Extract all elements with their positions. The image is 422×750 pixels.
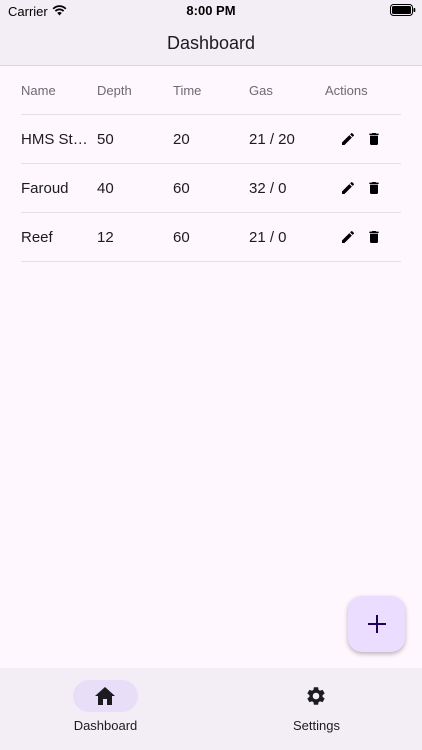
add-dive-button[interactable] [348, 596, 405, 652]
trash-icon[interactable] [366, 229, 382, 245]
table-header: Name Depth Time Gas Actions [21, 66, 401, 115]
app-bar: Dashboard [0, 22, 422, 66]
column-header-name: Name [21, 82, 56, 98]
nav-label-settings: Settings [293, 718, 340, 733]
home-icon [95, 687, 115, 705]
gear-icon [307, 687, 325, 705]
nav-item-settings[interactable]: Settings [211, 668, 422, 750]
plus-icon [367, 615, 386, 633]
cell-time: 60 [173, 228, 190, 246]
cell-gas: 32 / 0 [249, 179, 287, 197]
nav-item-dashboard[interactable]: Dashboard [0, 668, 211, 750]
cell-name: Faroud [21, 179, 69, 197]
pencil-icon[interactable] [340, 131, 356, 147]
column-header-time: Time [173, 82, 202, 98]
cell-time: 20 [173, 130, 190, 148]
bottom-navigation: Dashboard Settings [0, 668, 422, 750]
column-header-actions: Actions [325, 82, 368, 98]
pencil-icon[interactable] [340, 229, 356, 245]
table-row: Reef 12 60 21 / 0 [21, 213, 401, 262]
clock: 8:00 PM [186, 3, 236, 18]
column-header-gas: Gas [249, 82, 273, 98]
pencil-icon[interactable] [340, 180, 356, 196]
table-row: Faroud 40 60 32 / 0 [21, 164, 401, 213]
cell-name: HMS Stu... [21, 130, 93, 148]
cell-depth: 40 [97, 179, 114, 197]
status-bar: Carrier 8:00 PM [0, 0, 422, 22]
cell-depth: 50 [97, 130, 114, 148]
page-title: Dashboard [166, 33, 256, 53]
cell-time: 60 [173, 179, 190, 197]
table-row: HMS Stu... 50 20 21 / 20 [21, 115, 401, 164]
cell-name: Reef [21, 228, 53, 246]
battery-icon [390, 4, 416, 16]
cell-depth: 12 [97, 228, 114, 246]
column-header-depth: Depth [97, 82, 132, 98]
trash-icon[interactable] [366, 180, 382, 196]
dives-table: Name Depth Time Gas Actions HMS Stu... 5… [21, 66, 401, 262]
cell-gas: 21 / 0 [249, 228, 287, 246]
nav-label-dashboard: Dashboard [73, 718, 138, 733]
cell-gas: 21 / 20 [249, 130, 295, 148]
trash-icon[interactable] [366, 131, 382, 147]
